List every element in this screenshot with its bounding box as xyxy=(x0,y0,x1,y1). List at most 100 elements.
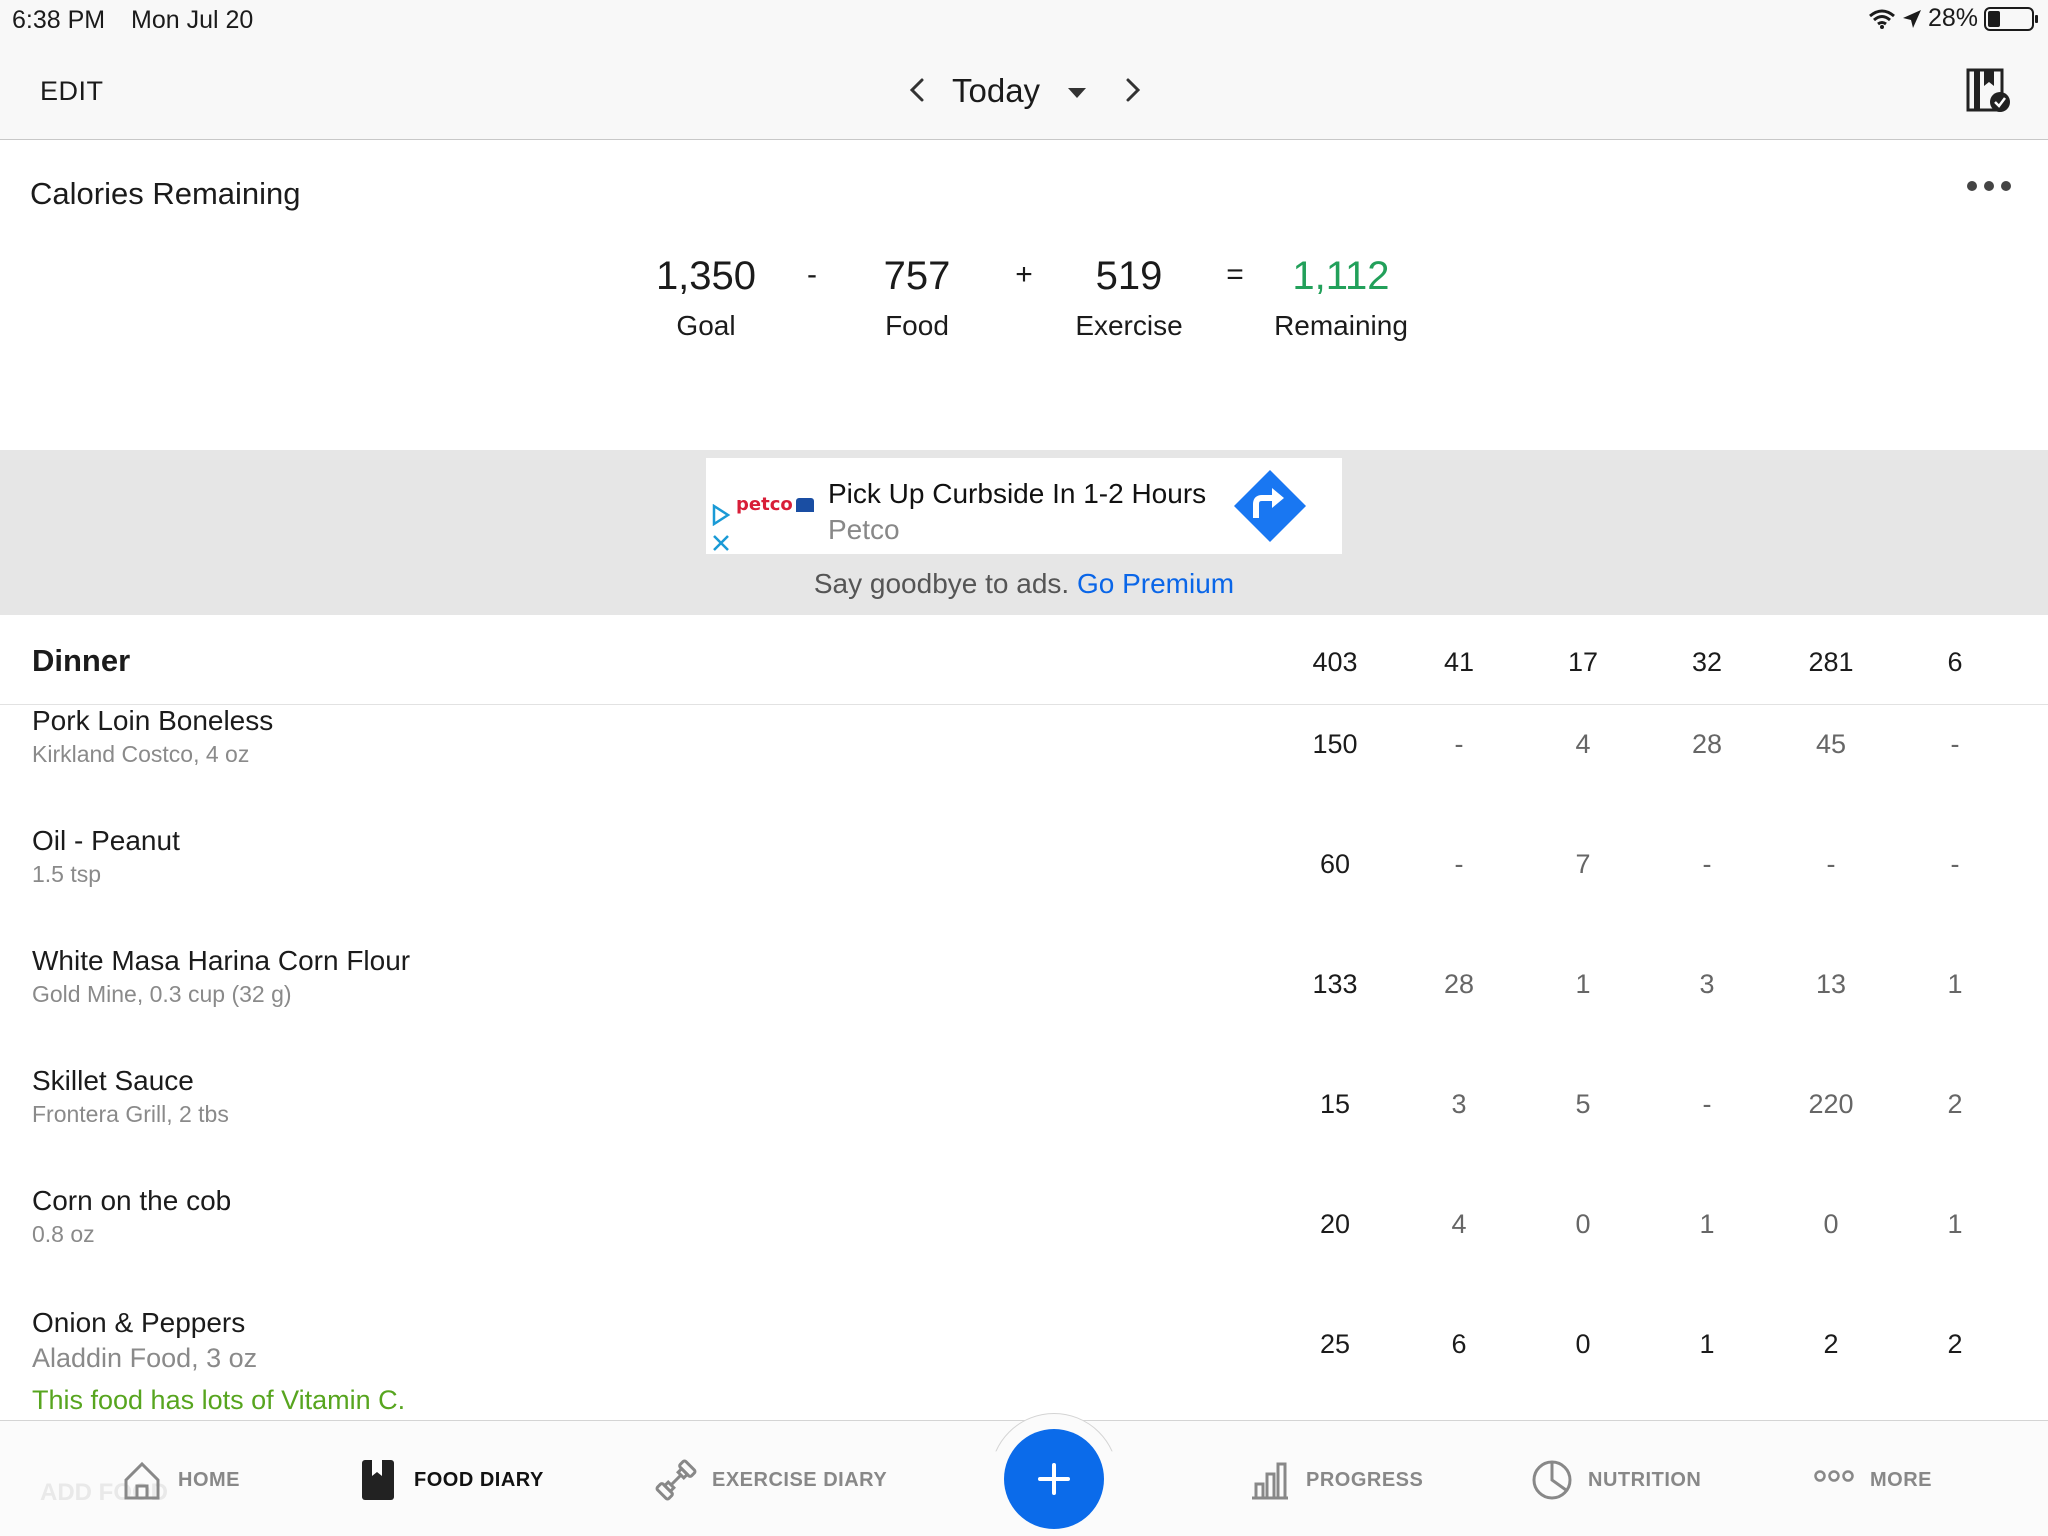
exercise-block[interactable]: 519 Exercise xyxy=(1039,248,1219,342)
calorie-formula: 1,350 Goal - 757 Food + 519 Exercise = 1… xyxy=(0,248,2048,358)
food-col-5: 45 xyxy=(1815,729,1847,759)
more-options-icon[interactable] xyxy=(1964,176,2014,196)
food-name: Corn on the cob xyxy=(32,1185,232,1216)
food-desc: Aladdin Food, 3 oz xyxy=(32,1343,258,1373)
tab-progress-label: PROGRESS xyxy=(1306,1468,1424,1491)
food-desc: 0.8 oz xyxy=(32,1221,95,1247)
food-col-5: 220 xyxy=(1808,1089,1854,1119)
calories-remaining-title: Calories Remaining xyxy=(30,176,301,211)
tab-more-label: MORE xyxy=(1870,1468,1932,1491)
tab-exercise-diary[interactable]: EXERCISE DIARY xyxy=(654,1455,887,1505)
food-col-4: 28 xyxy=(1691,729,1723,759)
pie-chart-icon xyxy=(1532,1460,1572,1500)
food-list: Pork Loin Boneless Kirkland Costco, 4 oz… xyxy=(0,705,2048,1420)
exercise-label: Exercise xyxy=(1075,310,1183,341)
bar-chart-icon xyxy=(1252,1462,1288,1500)
tab-home[interactable]: HOME xyxy=(120,1455,240,1505)
tab-exercise-diary-label: EXERCISE DIARY xyxy=(712,1468,888,1491)
food-col-5: 13 xyxy=(1815,969,1847,999)
food-col-6: 2 xyxy=(1947,1089,1963,1119)
tab-more[interactable]: MORE xyxy=(1812,1455,1932,1505)
food-col-3: 0 xyxy=(1575,1209,1591,1239)
food-label: Food xyxy=(885,310,949,341)
food-desc: Kirkland Costco, 4 oz xyxy=(32,741,250,767)
food-note: This food has lots of Vitamin C. xyxy=(32,1385,406,1415)
close-icon[interactable] xyxy=(710,532,732,554)
status-right: 28% xyxy=(1868,4,2038,33)
more-dots-icon xyxy=(1814,1470,1854,1482)
ad-sponsor: Petco xyxy=(828,514,900,545)
food-block[interactable]: 757 Food xyxy=(827,248,1007,342)
food-col-4: - xyxy=(1702,849,1712,879)
petco-logo: petco xyxy=(736,494,814,515)
status-date: Mon Jul 20 xyxy=(131,6,254,34)
food-col-4: 3 xyxy=(1699,969,1715,999)
food-col-6: - xyxy=(1950,849,1960,879)
status-time: 6:38 PM xyxy=(12,6,106,34)
edit-button[interactable]: EDIT xyxy=(40,76,104,107)
list-item[interactable]: Oil - Peanut 1.5 tsp 60 - 7 - - - xyxy=(0,819,2048,939)
list-item[interactable]: Pork Loin Boneless Kirkland Costco, 4 oz… xyxy=(0,705,2048,819)
food-calories: 150 xyxy=(1312,729,1358,759)
plus-icon xyxy=(1038,1463,1070,1495)
total-calories: 403 xyxy=(1312,647,1358,677)
chevron-right-icon[interactable] xyxy=(1114,72,1150,108)
goal-label: Goal xyxy=(676,310,736,341)
battery-icon xyxy=(1984,6,2038,31)
meal-name: Dinner xyxy=(32,643,131,678)
ad-brand-text: petco xyxy=(736,494,793,515)
tab-food-diary[interactable]: FOOD DIARY xyxy=(356,1455,544,1505)
total-col-5: 281 xyxy=(1808,647,1854,677)
goal-block[interactable]: 1,350 Goal xyxy=(616,248,796,342)
add-button[interactable] xyxy=(1004,1429,1104,1529)
goal-value: 1,350 xyxy=(655,254,757,298)
food-name: White Masa Harina Corn Flour xyxy=(32,945,411,976)
food-col-6: 2 xyxy=(1947,1329,1963,1359)
list-item[interactable]: Onion & Peppers Aladdin Food, 3 oz This … xyxy=(0,1299,2048,1420)
tab-bar: ADD FOOD HOME FOOD DIARY EXERCISE DIARY xyxy=(0,1413,2048,1536)
adchoices-icon[interactable] xyxy=(710,504,732,526)
food-col-3: 0 xyxy=(1575,1329,1591,1359)
food-col-2: - xyxy=(1454,849,1464,879)
food-col-2: 4 xyxy=(1451,1209,1467,1239)
food-col-3: 1 xyxy=(1575,969,1591,999)
tab-progress[interactable]: PROGRESS xyxy=(1248,1455,1423,1505)
complete-diary-icon[interactable] xyxy=(1964,66,2012,114)
total-col-6: 6 xyxy=(1947,647,1963,677)
tab-nutrition-label: NUTRITION xyxy=(1588,1468,1702,1491)
location-arrow-icon xyxy=(1902,9,1921,28)
food-name: Skillet Sauce xyxy=(32,1065,194,1096)
chevron-left-icon[interactable] xyxy=(900,72,936,108)
home-icon xyxy=(124,1461,160,1500)
food-name: Onion & Peppers xyxy=(32,1307,246,1338)
food-col-4: - xyxy=(1702,1089,1712,1119)
meal-header-dinner[interactable]: Dinner 403 41 17 32 281 6 xyxy=(0,615,2048,705)
food-col-6: 1 xyxy=(1947,969,1963,999)
total-col-3: 17 xyxy=(1567,647,1599,677)
caret-down-icon[interactable] xyxy=(1062,78,1092,108)
tab-nutrition[interactable]: NUTRITION xyxy=(1530,1455,1701,1505)
tab-food-diary-label: FOOD DIARY xyxy=(414,1468,544,1491)
list-item[interactable]: Corn on the cob 0.8 oz 20 4 0 1 0 1 xyxy=(0,1179,2048,1299)
ad-card[interactable]: petco Pick Up Curbside In 1-2 Hours Petc… xyxy=(706,458,1342,554)
food-calories: 60 xyxy=(1319,849,1351,879)
food-col-3: 5 xyxy=(1575,1089,1591,1119)
food-col-2: 28 xyxy=(1443,969,1475,999)
nav-bar: EDIT Today xyxy=(0,40,2048,140)
date-navigator: Today xyxy=(900,64,1141,114)
food-col-3: 4 xyxy=(1575,729,1591,759)
status-bar: 6:38 PM Mon Jul 20 28% xyxy=(0,0,2048,40)
list-item[interactable]: White Masa Harina Corn Flour Gold Mine, … xyxy=(0,939,2048,1059)
food-col-2: 6 xyxy=(1451,1329,1467,1359)
food-calories: 133 xyxy=(1312,969,1358,999)
dumbbell-icon xyxy=(655,1459,697,1501)
plus-operator: + xyxy=(1015,258,1033,291)
list-item[interactable]: Skillet Sauce Frontera Grill, 2 tbs 15 3… xyxy=(0,1059,2048,1179)
equals-operator: = xyxy=(1226,258,1244,291)
directions-arrow-icon[interactable] xyxy=(1232,468,1308,544)
remaining-block[interactable]: 1,112 Remaining xyxy=(1251,248,1431,342)
food-value: 757 xyxy=(883,254,951,298)
go-premium-link[interactable]: Go Premium xyxy=(1077,568,1234,599)
food-desc: 1.5 tsp xyxy=(32,861,102,887)
date-label[interactable]: Today xyxy=(952,72,1040,110)
